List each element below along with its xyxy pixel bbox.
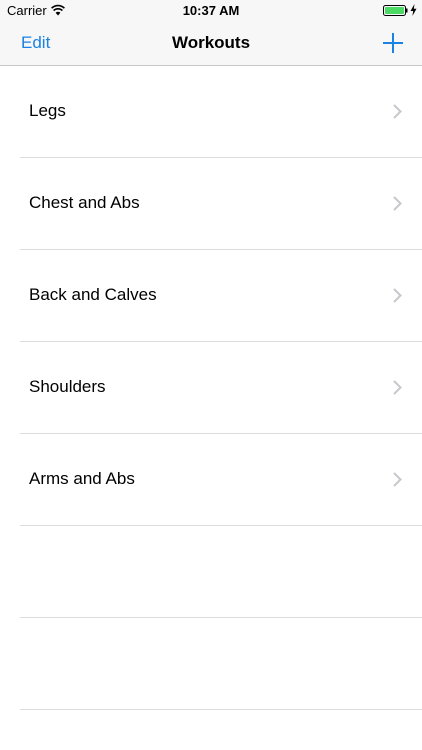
workout-label: Arms and Abs (29, 469, 135, 488)
plus-icon (383, 33, 403, 53)
workout-row-legs[interactable]: Legs (20, 66, 422, 158)
workout-list: Legs Chest and Abs Back and Calves Shoul… (0, 66, 422, 710)
workout-label: Back and Calves (29, 285, 157, 304)
chevron-right-icon (393, 104, 402, 119)
empty-row (20, 526, 422, 618)
status-time: 10:37 AM (182, 3, 240, 18)
workout-row-chest-and-abs[interactable]: Chest and Abs (20, 158, 422, 250)
chevron-right-icon (393, 196, 402, 211)
workout-row-shoulders[interactable]: Shoulders (20, 342, 422, 434)
chevron-right-icon (393, 472, 402, 487)
workout-label: Chest and Abs (29, 193, 140, 212)
workout-label: Legs (29, 101, 66, 120)
page-title: Workouts (171, 33, 251, 52)
navigation-bar: Edit Workouts (0, 22, 422, 66)
chevron-right-icon (393, 380, 402, 395)
screen: Carrier 10:37 AM Edit Workouts Legs Ches… (0, 0, 422, 750)
charging-bolt-icon (410, 4, 417, 16)
add-workout-button[interactable] (380, 30, 406, 56)
battery-icon (383, 5, 408, 16)
workout-row-arms-and-abs[interactable]: Arms and Abs (20, 434, 422, 526)
workout-label: Shoulders (29, 377, 106, 396)
empty-row (20, 618, 422, 710)
workout-row-back-and-calves[interactable]: Back and Calves (20, 250, 422, 342)
status-bar: Carrier 10:37 AM (0, 0, 422, 22)
chevron-right-icon (393, 288, 402, 303)
